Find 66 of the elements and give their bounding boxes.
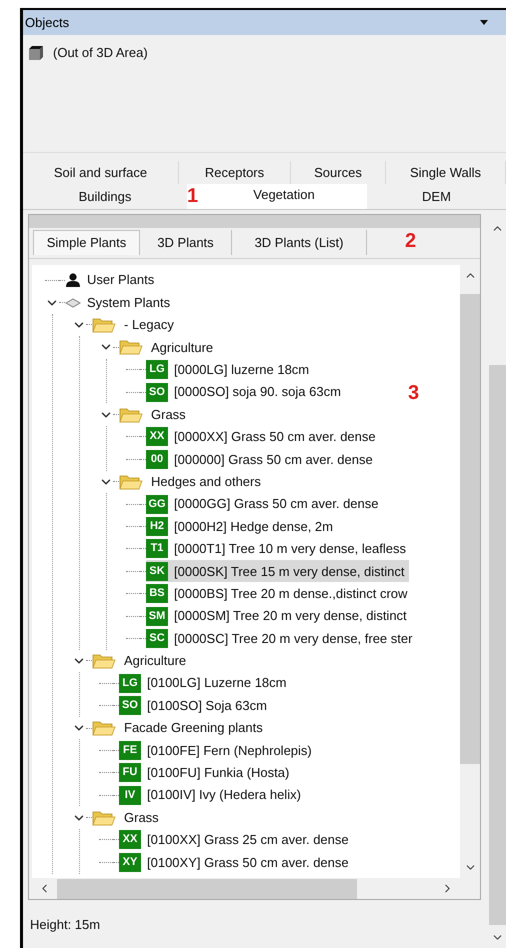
scrollbar-thumb[interactable] bbox=[57, 878, 357, 898]
folder-icon bbox=[119, 338, 143, 356]
tree-item[interactable]: - Legacy bbox=[92, 314, 178, 336]
tree-item[interactable]: User Plants bbox=[65, 269, 158, 292]
plant-code: H2 bbox=[146, 516, 168, 536]
tree-item[interactable]: XX [0000XX] Grass 50 cm aver. dense bbox=[146, 426, 380, 448]
object-list-item[interactable]: (Out of 3D Area) bbox=[29, 43, 506, 62]
tree-item[interactable]: BS [0000BS] Tree 20 m dense.,distinct crow bbox=[146, 582, 412, 605]
plant-code: XY bbox=[119, 852, 141, 872]
person-icon bbox=[65, 272, 81, 288]
folder-icon bbox=[92, 808, 116, 827]
annotation-number: 2 bbox=[405, 229, 416, 254]
tree-item[interactable]: T1 [0000T1] Tree 10 m very dense, leafless bbox=[146, 538, 410, 560]
tree-item[interactable]: LG [0000LG] luzerne 18cm bbox=[146, 358, 314, 381]
tree-item[interactable]: FE [0100FE] Fern (Nephrolepis) bbox=[119, 739, 316, 762]
tree-item[interactable]: XX [0100XX] Grass 25 cm aver. dense bbox=[119, 828, 353, 852]
plant-code: IV bbox=[119, 786, 141, 805]
status-text: Height: 15m bbox=[30, 916, 102, 934]
dropdown-triangle-icon[interactable] bbox=[480, 20, 488, 25]
tree-item[interactable]: SK [0000SK] Tree 15 m very dense, distinct bbox=[146, 560, 409, 582]
tree-item[interactable]: SM [0000SM] Tree 20 m very dense, distinct bbox=[146, 604, 411, 628]
tree-item[interactable]: Agriculture bbox=[92, 650, 190, 672]
plant-code: 00 bbox=[146, 450, 168, 469]
folder-icon bbox=[119, 406, 143, 424]
annotation-number: 1 bbox=[187, 184, 201, 209]
plant-code: BS bbox=[146, 584, 168, 604]
tree-item[interactable]: LG [0100LG] Luzerne 18cm bbox=[119, 672, 290, 694]
tree-item[interactable]: Hedges and others bbox=[119, 470, 265, 493]
plant-code: SC bbox=[146, 628, 168, 648]
cube-icon bbox=[29, 46, 43, 60]
tree-item[interactable]: SO [0100SO] Soja 63cm bbox=[119, 694, 271, 717]
plant-code: T1 bbox=[146, 539, 168, 558]
plant-code: SO bbox=[146, 382, 168, 402]
scrollbar-thumb[interactable] bbox=[460, 294, 480, 764]
tree-item[interactable]: FU [0100FU] Funkia (Hosta) bbox=[119, 762, 294, 784]
tab[interactable]: Vegetation bbox=[201, 184, 367, 209]
tree-item[interactable]: SC [0000SC] Tree 20 m very dense, free ster bbox=[146, 627, 416, 650]
tree-item[interactable]: System Plants bbox=[65, 291, 174, 314]
scrollbar-thumb[interactable] bbox=[489, 365, 506, 925]
folder-icon bbox=[92, 652, 116, 670]
plant-code: XX bbox=[146, 427, 168, 446]
plant-code: SO bbox=[119, 696, 141, 716]
tree-item[interactable]: Facade Greening plants bbox=[92, 716, 267, 740]
folder-icon bbox=[119, 472, 143, 491]
plant-code: FE bbox=[119, 740, 141, 760]
tree-item[interactable]: IV [0100IV] Ivy (Hedera helix) bbox=[119, 784, 305, 806]
annotation-number: 3 bbox=[408, 381, 420, 406]
folder-icon bbox=[92, 719, 116, 737]
tree-item[interactable]: 00 [000000] Grass 50 cm aver. dense bbox=[146, 448, 377, 471]
plant-code: GG bbox=[146, 494, 168, 514]
tab[interactable]: Simple Plants bbox=[33, 230, 140, 255]
plant-code: SK bbox=[146, 562, 168, 581]
tree-item[interactable]: H2 [0000H2] Hedge dense, 2m bbox=[146, 515, 337, 538]
plant-code: LG bbox=[119, 674, 141, 693]
tree-item[interactable]: XY [0100XY] Grass 50 cm aver. dense bbox=[119, 851, 353, 874]
plant-code: FU bbox=[119, 763, 141, 782]
tree-item[interactable]: Grass bbox=[119, 403, 190, 426]
tree-item[interactable]: Agriculture bbox=[119, 336, 218, 359]
plant-code: LG bbox=[146, 360, 168, 380]
plant-code: SM bbox=[146, 606, 168, 626]
folder-icon bbox=[92, 316, 116, 334]
tree-item[interactable]: Grass bbox=[92, 806, 163, 829]
plant-code: XX bbox=[119, 830, 141, 850]
tree-item[interactable]: GG [0000GG] Grass 50 cm aver. dense bbox=[146, 492, 382, 516]
tree-item[interactable]: SO [0000SO] soja 90. soja 63cm bbox=[146, 380, 345, 404]
panel-title: Objects bbox=[25, 14, 70, 32]
